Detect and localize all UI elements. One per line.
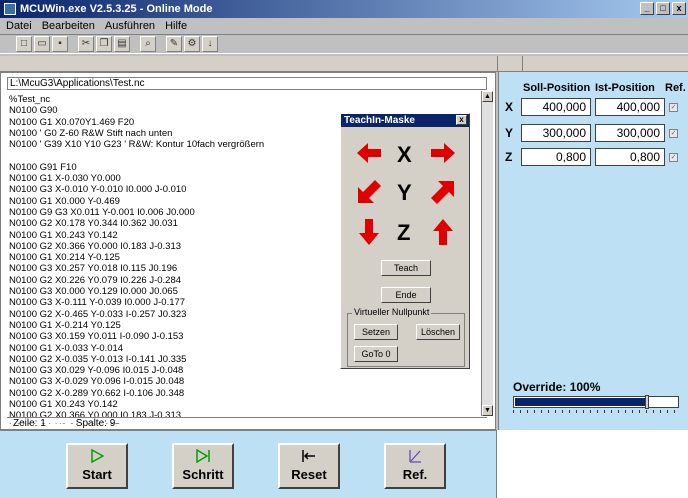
setzen-button[interactable]: Setzen	[354, 324, 398, 340]
teach-button[interactable]: Teach	[381, 260, 431, 276]
override-label: Override: 100%	[513, 380, 601, 394]
override-thumb[interactable]	[645, 395, 649, 409]
menu-datei[interactable]: Datei	[6, 20, 32, 32]
ref-header: Ref.	[665, 82, 686, 94]
start-button[interactable]: Start	[66, 443, 128, 489]
teachin-close-button[interactable]: x	[456, 115, 467, 125]
arrow-up-right-icon[interactable]	[429, 178, 457, 206]
code-line[interactable]: N0100 G2 X-0.289 Y0.662 I-0.106 J0.348	[9, 388, 479, 399]
soll-header: Soll-Position	[523, 82, 591, 94]
loeschen-button[interactable]: Löschen	[416, 324, 460, 340]
teachin-titlebar: TeachIn-Maske x	[341, 114, 469, 127]
ref-x-checkbox[interactable]: ✓	[669, 103, 678, 112]
reset-icon	[280, 449, 338, 465]
minimize-button[interactable]: _	[640, 2, 654, 15]
override-slider[interactable]	[513, 395, 679, 409]
cut-icon[interactable]: ✂	[78, 36, 94, 52]
schritt-label: Schritt	[182, 467, 224, 482]
line-indicator: Zeile: 1	[13, 418, 46, 429]
menu-bar: Datei Bearbeiten Ausführen Hilfe	[0, 18, 688, 34]
arrow-down-left-icon[interactable]	[355, 178, 383, 206]
arrow-up-icon[interactable]	[429, 218, 457, 246]
play-icon	[68, 448, 126, 465]
ist-y-value: 300,000	[595, 124, 665, 142]
ist-header: Ist-Position	[595, 82, 655, 94]
arrow-down-icon[interactable]	[355, 218, 383, 246]
ref-label: Ref.	[402, 467, 428, 482]
position-panel: Soll-Position Ist-Position Ref. X 400,00…	[498, 72, 688, 430]
close-button[interactable]: x	[672, 2, 686, 15]
axis-x-letter: X	[397, 142, 412, 167]
axis-y-label: Y	[505, 126, 514, 140]
soll-y-value: 300,000	[521, 124, 591, 142]
scroll-down-icon[interactable]: ▼	[482, 405, 493, 416]
code-line[interactable]: N0100 G3 X-0.029 Y0.096 I-0.015 J0.048	[9, 376, 479, 387]
virtual-zero-group: Virtueller Nullpunkt Setzen Löschen GoTo…	[347, 307, 465, 367]
window-controls: _ □ x	[640, 2, 686, 15]
axis-z-label: Z	[505, 150, 513, 164]
axis-y-letter: Y	[397, 180, 412, 205]
arrow-left-icon[interactable]	[355, 139, 383, 167]
soll-x-value: 400,000	[521, 98, 591, 116]
step-icon	[174, 448, 232, 465]
find-icon[interactable]: ⌕	[140, 36, 156, 52]
tab-divider	[522, 56, 523, 72]
axis-z-letter: Z	[397, 220, 411, 245]
code-line[interactable]: N0100 G1 X0.243 Y0.142	[9, 399, 479, 410]
code-line[interactable]: %Test_nc	[9, 94, 479, 105]
window-title: MCUWin.exe V2.5.3.25 - Online Mode	[20, 3, 213, 15]
download-icon[interactable]: ↓	[202, 36, 218, 52]
maximize-button[interactable]: □	[656, 2, 670, 15]
teachin-title: TeachIn-Maske	[344, 115, 415, 126]
schritt-button[interactable]: Schritt	[172, 443, 234, 489]
reset-label: Reset	[291, 467, 327, 482]
tab-strip	[0, 56, 688, 72]
reset-button[interactable]: Reset	[278, 443, 340, 489]
open-folder-icon[interactable]: ▭	[34, 36, 50, 52]
editor-scrollbar[interactable]: ▲ ▼	[481, 91, 493, 416]
ist-x-value: 400,000	[595, 98, 665, 116]
app-icon	[4, 3, 16, 15]
start-label: Start	[82, 467, 112, 482]
arrow-right-icon[interactable]	[429, 139, 457, 167]
editor-status: Zeile: 1 Spalte: 9	[7, 417, 487, 429]
paste-icon[interactable]: ▤	[114, 36, 130, 52]
virtual-zero-legend: Virtueller Nullpunkt	[352, 307, 432, 317]
override-fill	[515, 398, 646, 406]
ende-button[interactable]: Ende	[381, 287, 431, 303]
ref-y-checkbox[interactable]: ✓	[669, 129, 678, 138]
file-path: L:\McuG3\Applications\Test.nc	[7, 77, 487, 90]
control-bar: Start Schritt Reset Ref.	[0, 430, 496, 498]
ist-z-value: 0,800	[595, 148, 665, 166]
ref-icon	[386, 449, 444, 465]
ref-z-checkbox[interactable]: ✓	[669, 153, 678, 162]
teach-tool-icon[interactable]: ✎	[166, 36, 182, 52]
menu-ausfuehren[interactable]: Ausführen	[105, 20, 155, 32]
toolbar: □ ▭ ▪ ✂ ❐ ▤ ⌕ ✎ ⚙ ↓	[0, 34, 688, 54]
title-bar: MCUWin.exe V2.5.3.25 - Online Mode _ □ x	[0, 0, 688, 18]
new-file-icon[interactable]: □	[16, 36, 32, 52]
save-icon[interactable]: ▪	[52, 36, 68, 52]
copy-icon[interactable]: ❐	[96, 36, 112, 52]
menu-bearbeiten[interactable]: Bearbeiten	[42, 20, 95, 32]
goto-zero-button[interactable]: GoTo 0	[354, 346, 398, 362]
bottom-right-area	[496, 430, 688, 498]
menu-hilfe[interactable]: Hilfe	[165, 20, 187, 32]
column-indicator: Spalte: 9	[75, 418, 116, 429]
soll-z-value: 0,800	[521, 148, 591, 166]
ref-button[interactable]: Ref.	[384, 443, 446, 489]
override-ticks	[513, 410, 679, 413]
tab-editor[interactable]	[10, 56, 498, 72]
settings-icon[interactable]: ⚙	[184, 36, 200, 52]
scroll-up-icon[interactable]: ▲	[482, 91, 493, 102]
axis-x-label: X	[505, 100, 514, 114]
teachin-dialog: TeachIn-Maske x X Y Z Teach Ende Virtuel…	[340, 113, 470, 369]
